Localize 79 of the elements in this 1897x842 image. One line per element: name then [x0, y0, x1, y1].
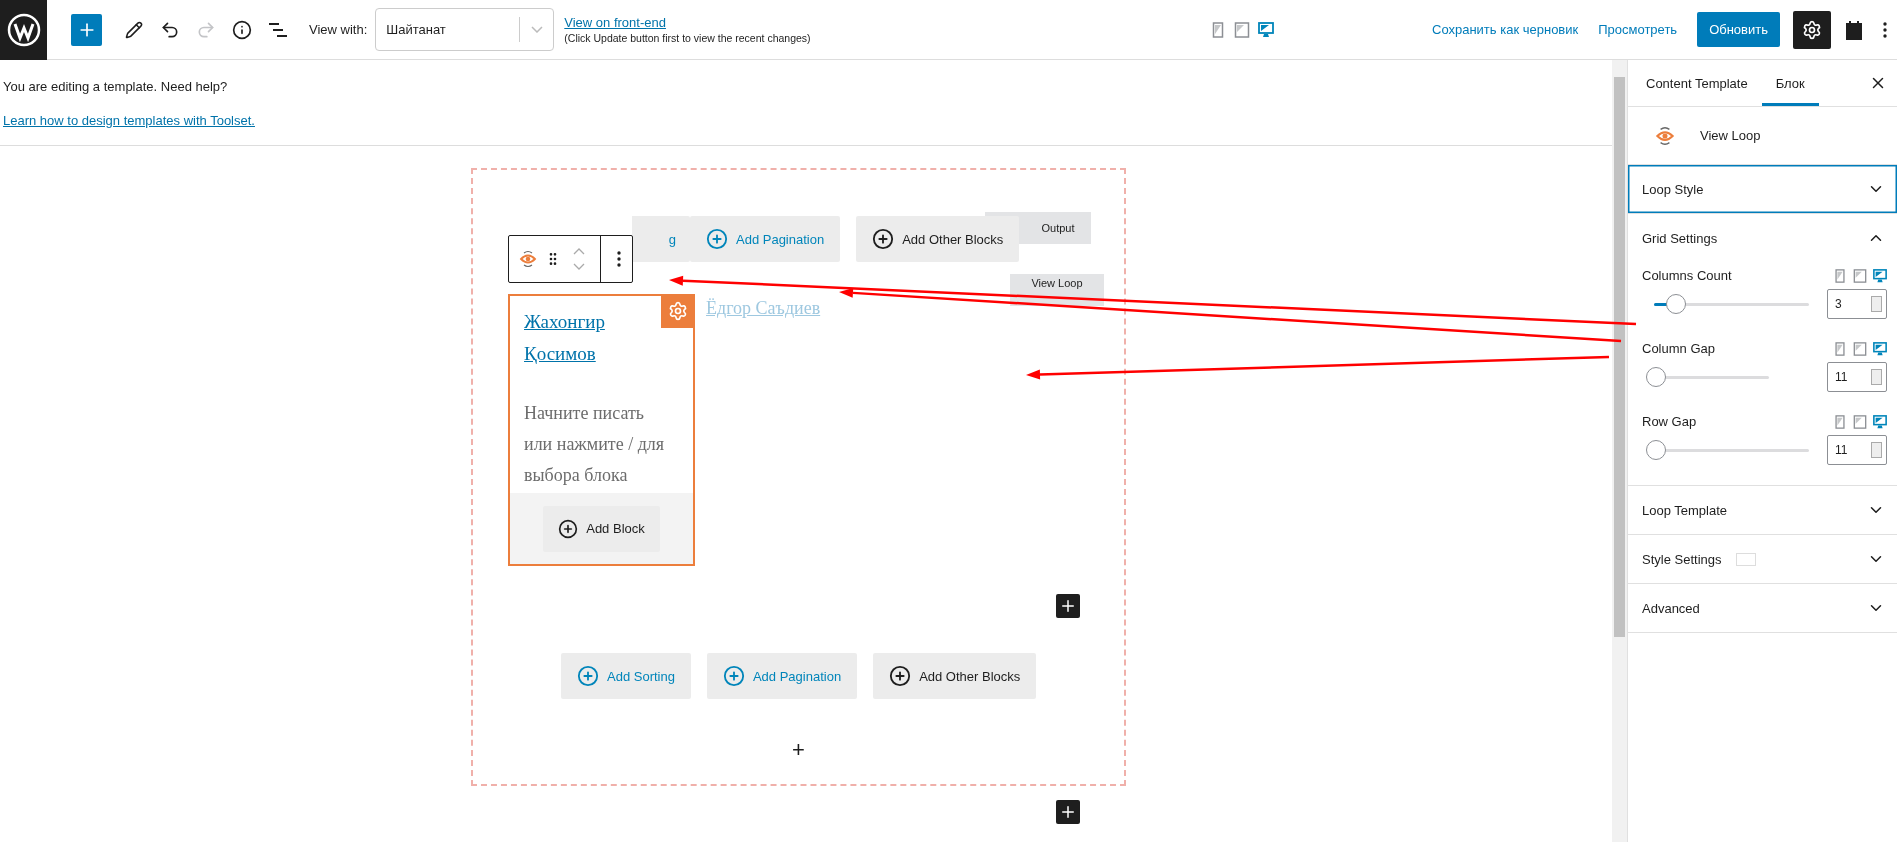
pencil-icon: [125, 20, 143, 39]
add-circle-icon: [577, 665, 599, 687]
append-block-button[interactable]: +: [788, 739, 809, 761]
number-field[interactable]: 3: [1827, 289, 1887, 319]
paragraph-input[interactable]: Начните писать или нажмите / для выбора блока: [524, 398, 669, 491]
add-block-button[interactable]: Add Block: [543, 505, 660, 552]
scrollbar[interactable]: [1612, 60, 1627, 842]
number-field[interactable]: 11: [1827, 435, 1887, 465]
template-notice: You are editing a template. Need help?: [3, 79, 229, 94]
view-on-front-end-link[interactable]: View on front-end: [564, 15, 811, 30]
block-name: View Loop: [1700, 128, 1761, 143]
add-circle-icon: [722, 665, 745, 687]
up-down-chevrons-icon: [571, 247, 586, 271]
monitor-icon[interactable]: [1873, 341, 1887, 356]
slider-thumb[interactable]: [1666, 294, 1687, 314]
add-sorting-button[interactable]: Add Sorting: [561, 653, 691, 699]
tablet-icon[interactable]: [1853, 268, 1867, 283]
spinner-icon[interactable]: [1871, 442, 1882, 458]
tablet-icon[interactable]: [1853, 341, 1867, 356]
sidebar-tab[interactable]: Content Template: [1632, 60, 1762, 106]
settings-icon: [1802, 19, 1822, 40]
add-pagination-button[interactable]: Add Pagination: [690, 216, 841, 262]
save-draft-button[interactable]: Сохранить как черновик: [1424, 22, 1587, 37]
control-label: Row Gap: [1642, 414, 1697, 429]
gear-icon: [668, 301, 688, 321]
plus-icon: [1059, 803, 1077, 821]
control-label: Column Gap: [1642, 341, 1715, 356]
tablet-icon[interactable]: [1853, 414, 1867, 429]
chevron-down-icon: [530, 26, 543, 33]
add-other-blocks-button[interactable]: Add Other Blocks: [873, 653, 1037, 699]
card-settings-button[interactable]: [661, 294, 695, 328]
insert-block-button[interactable]: [1056, 594, 1080, 618]
slider[interactable]: [1646, 366, 1771, 388]
add-pagination-button[interactable]: Add Pagination: [706, 653, 858, 699]
eye-refresh-icon: [517, 249, 538, 269]
add-circle-icon: [872, 228, 895, 250]
view-with-select[interactable]: Шайтанат: [375, 8, 555, 51]
slider[interactable]: [1646, 439, 1811, 461]
sidebar-tab[interactable]: Блок: [1761, 60, 1819, 106]
wordpress-logo[interactable]: [0, 0, 47, 60]
add-block-button[interactable]: [71, 13, 102, 46]
calendar-icon: [1846, 19, 1862, 40]
spinner-icon[interactable]: [1871, 296, 1882, 312]
control-label: Columns Count: [1642, 268, 1732, 283]
spinner-icon[interactable]: [1871, 369, 1882, 385]
more-icon: [1883, 21, 1887, 38]
monitor-icon[interactable]: [1873, 268, 1887, 283]
add-circle-icon: [889, 665, 912, 687]
update-button[interactable]: Обновить: [1697, 12, 1780, 47]
phone-icon[interactable]: [1833, 414, 1847, 429]
info-icon: [232, 19, 252, 40]
number-field[interactable]: 11: [1827, 362, 1887, 392]
panel-header[interactable]: Loop Style: [1628, 165, 1897, 213]
toolset-help-link[interactable]: Learn how to design templates with Toolset.: [3, 113, 255, 128]
redo-icon: [196, 19, 216, 40]
monitor-icon[interactable]: [1258, 21, 1275, 38]
add-circle-icon: [706, 228, 728, 250]
settings-button[interactable]: [1793, 10, 1831, 49]
post-title-link[interactable]: Жахонгир Қосимов: [524, 306, 634, 370]
tablet-icon[interactable]: [1234, 21, 1251, 38]
monitor-icon[interactable]: [1873, 414, 1887, 429]
undo-icon: [160, 19, 180, 40]
preview-button[interactable]: Просмотреть: [1590, 22, 1686, 37]
view-with-label: View with:: [309, 22, 368, 37]
eye-refresh-icon: [1654, 124, 1676, 147]
update-note: (Click Update button first to view the recent changes): [564, 32, 811, 44]
add-other-blocks-button[interactable]: Add Other Blocks: [856, 216, 1020, 262]
phone-icon[interactable]: [1833, 268, 1847, 283]
add-circle-icon: [558, 518, 579, 539]
insert-block-button[interactable]: [1056, 800, 1080, 824]
slider-thumb[interactable]: [1646, 440, 1666, 460]
slider-thumb[interactable]: [1646, 367, 1666, 387]
add-sorting-button[interactable]: g: [632, 216, 690, 262]
phone-icon[interactable]: [1833, 341, 1847, 356]
more-icon: [617, 251, 622, 267]
plus-icon: [1059, 597, 1077, 615]
color-swatch[interactable]: [1735, 552, 1756, 566]
wordpress-logo-icon: [6, 12, 41, 47]
list-view-icon: [268, 21, 288, 38]
